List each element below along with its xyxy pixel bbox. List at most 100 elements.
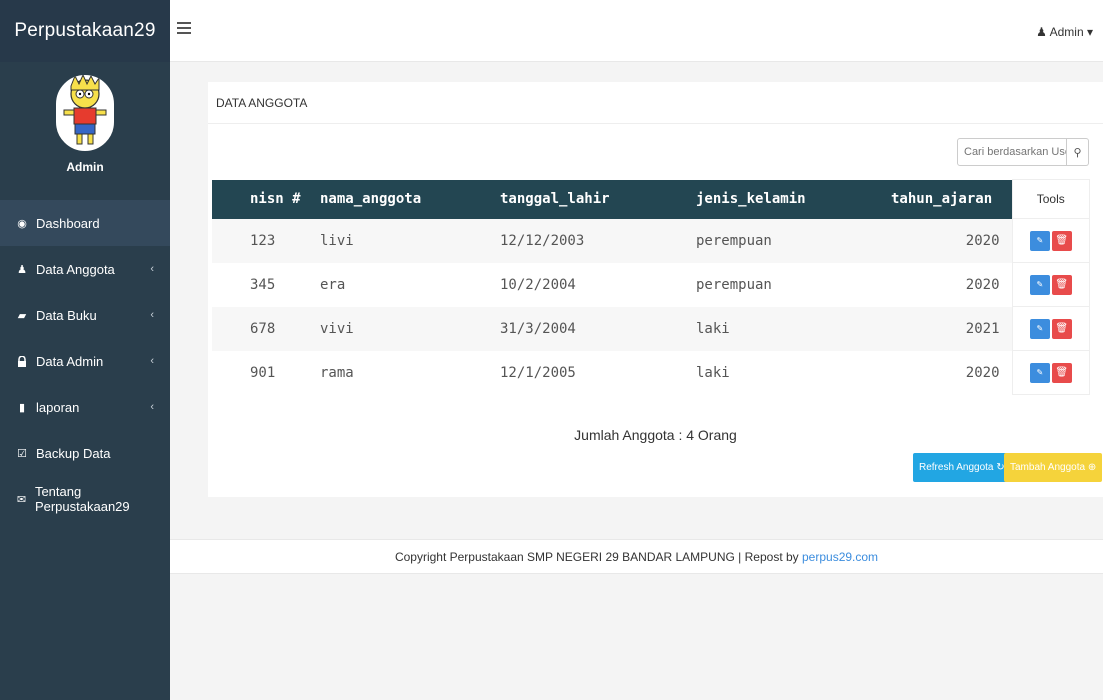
- trash-icon: 🗑: [1055, 234, 1069, 246]
- table-row: 678 vivi 31/3/2004 laki 2021 ✎ 🗑: [212, 306, 1090, 351]
- lock-icon: [14, 355, 30, 367]
- add-member-button[interactable]: Tambah Anggota ⊕: [1004, 453, 1103, 482]
- sidebar-item-label: Backup Data: [36, 445, 111, 461]
- cell-tahun-ajaran: 2020: [891, 218, 1012, 263]
- footer-link[interactable]: perpus29.com: [802, 550, 878, 564]
- sidebar-item-label: laporan: [36, 399, 80, 415]
- user-menu-label: Admin: [1049, 25, 1084, 39]
- edit-button[interactable]: ✎: [1029, 274, 1050, 295]
- user-icon: ♟: [1036, 25, 1047, 39]
- table-row: 901 rama 12/1/2005 laki 2020 ✎ 🗑: [212, 350, 1090, 395]
- delete-button[interactable]: 🗑: [1051, 318, 1072, 339]
- refresh-members-button[interactable]: Refresh Anggota ↻: [913, 453, 1011, 482]
- dashboard-icon: ◉: [17, 217, 27, 230]
- panel-heading: DATA ANGGOTA: [208, 82, 1103, 124]
- profile-name: Admin: [66, 160, 104, 174]
- members-table: nisn # nama_anggota tanggal_lahir jenis_…: [212, 179, 1090, 395]
- cell-tahun-ajaran: 2021: [891, 306, 1012, 351]
- trash-icon: 🗑: [1055, 366, 1069, 378]
- edit-icon: ✎: [1036, 234, 1043, 246]
- cell-tools: ✎ 🗑: [1011, 218, 1090, 263]
- sidebar-item-data-anggota[interactable]: ♟ Data Anggota ‹: [0, 246, 170, 292]
- sidebar-item-label: Data Admin: [36, 353, 104, 369]
- sidebar-item-laporan[interactable]: ▮ laporan ‹: [0, 384, 170, 430]
- cell-nama: rama: [310, 350, 500, 395]
- caret-down-icon: ▾: [1086, 25, 1093, 39]
- cell-tools: ✎ 🗑: [1011, 350, 1090, 395]
- file-icon: ▮: [18, 401, 26, 414]
- add-button-label: Tambah Anggota: [1010, 462, 1086, 473]
- column-header-tools: Tools: [1011, 179, 1090, 219]
- cell-nama: vivi: [310, 306, 500, 351]
- sidebar-menu: ◉ Dashboard ♟ Data Anggota ‹ ▰ Data Buku…: [0, 200, 170, 522]
- delete-button[interactable]: 🗑: [1051, 274, 1072, 295]
- sidebar-item-dashboard[interactable]: ◉ Dashboard: [0, 200, 170, 246]
- book-icon: ▰: [17, 309, 27, 322]
- sidebar-item-label: Data Buku: [36, 307, 97, 323]
- edit-icon: ✎: [1036, 322, 1043, 334]
- search-input[interactable]: [957, 138, 1067, 166]
- sidebar-item-label: Data Anggota: [36, 261, 115, 277]
- edit-icon: ✎: [1036, 278, 1043, 290]
- cell-jenis-kelamin: perempuan: [696, 262, 891, 307]
- edit-button[interactable]: ✎: [1029, 362, 1050, 383]
- sidebar: Perpustakaan29 Admin ◉ Dashboard ♟ Data …: [0, 0, 170, 700]
- footer: Copyright Perpustakaan SMP NEGERI 29 BAN…: [170, 539, 1103, 574]
- sidebar-item-label: Dashboard: [36, 215, 100, 231]
- delete-button[interactable]: 🗑: [1051, 230, 1072, 251]
- avatar: [53, 72, 117, 154]
- cell-tahun-ajaran: 2020: [891, 350, 1012, 395]
- column-header-jenis-kelamin[interactable]: jenis_kelamin: [696, 179, 891, 219]
- member-count-summary: Jumlah Anggota : 4 Orang: [574, 427, 737, 443]
- checkbox-icon: ☑: [17, 447, 27, 460]
- envelope-icon: ✉: [16, 493, 27, 506]
- cell-tools: ✎ 🗑: [1011, 262, 1090, 307]
- delete-button[interactable]: 🗑: [1051, 362, 1072, 383]
- chevron-left-icon: ‹: [150, 401, 154, 413]
- cell-nama: era: [310, 262, 500, 307]
- cell-nama: livi: [310, 218, 500, 263]
- brand-title[interactable]: Perpustakaan29: [0, 0, 170, 62]
- cell-nisn: 123: [212, 218, 310, 263]
- cell-nisn: 345: [212, 262, 310, 307]
- sidebar-item-data-admin[interactable]: Data Admin ‹: [0, 338, 170, 384]
- cell-jenis-kelamin: laki: [696, 306, 891, 351]
- profile: Admin: [0, 62, 170, 200]
- cell-tools: ✎ 🗑: [1011, 306, 1090, 351]
- sidebar-item-tentang[interactable]: ✉ Tentang Perpustakaan29: [0, 476, 170, 522]
- column-header-tanggal[interactable]: tanggal_lahir: [500, 179, 696, 219]
- column-header-nisn[interactable]: nisn #: [212, 179, 310, 219]
- chevron-left-icon: ‹: [150, 309, 154, 321]
- sidebar-item-data-buku[interactable]: ▰ Data Buku ‹: [0, 292, 170, 338]
- user-menu[interactable]: ♟ Admin ▾: [1036, 25, 1093, 39]
- cell-jenis-kelamin: perempuan: [696, 218, 891, 263]
- search-group: ⚲: [957, 138, 1089, 166]
- sidebar-item-label: Tentang Perpustakaan29: [34, 484, 130, 514]
- edit-icon: ✎: [1036, 366, 1043, 378]
- search-icon: ⚲: [1073, 146, 1082, 159]
- column-header-nama[interactable]: nama_anggota: [310, 179, 500, 219]
- table-row: 123 livi 12/12/2003 perempuan 2020 ✎ 🗑: [212, 218, 1090, 263]
- footer-text: Copyright Perpustakaan SMP NEGERI 29 BAN…: [394, 550, 802, 564]
- table-header-row: nisn # nama_anggota tanggal_lahir jenis_…: [212, 179, 1090, 219]
- chevron-left-icon: ‹: [150, 263, 154, 275]
- table-row: 345 era 10/2/2004 perempuan 2020 ✎ 🗑: [212, 262, 1090, 307]
- column-header-tahun-ajaran[interactable]: tahun_ajaran: [891, 179, 1012, 219]
- refresh-button-label: Refresh Anggota: [919, 462, 994, 473]
- cell-tanggal: 12/1/2005: [500, 350, 696, 395]
- user-icon: ♟: [17, 263, 27, 276]
- search-button[interactable]: ⚲: [1067, 138, 1089, 166]
- plus-circle-icon: ⊕: [1087, 462, 1097, 473]
- cell-jenis-kelamin: laki: [696, 350, 891, 395]
- trash-icon: 🗑: [1055, 322, 1069, 334]
- sidebar-item-backup-data[interactable]: ☑ Backup Data: [0, 430, 170, 476]
- edit-button[interactable]: ✎: [1029, 318, 1050, 339]
- data-anggota-panel: DATA ANGGOTA ⚲ nisn # nama_anggota tangg…: [208, 82, 1103, 497]
- chevron-left-icon: ‹: [150, 355, 154, 367]
- edit-button[interactable]: ✎: [1029, 230, 1050, 251]
- trash-icon: 🗑: [1055, 278, 1069, 290]
- cell-tahun-ajaran: 2020: [891, 262, 1012, 307]
- cell-nisn: 678: [212, 306, 310, 351]
- cell-tanggal: 10/2/2004: [500, 262, 696, 307]
- hamburger-menu-icon[interactable]: [177, 22, 191, 34]
